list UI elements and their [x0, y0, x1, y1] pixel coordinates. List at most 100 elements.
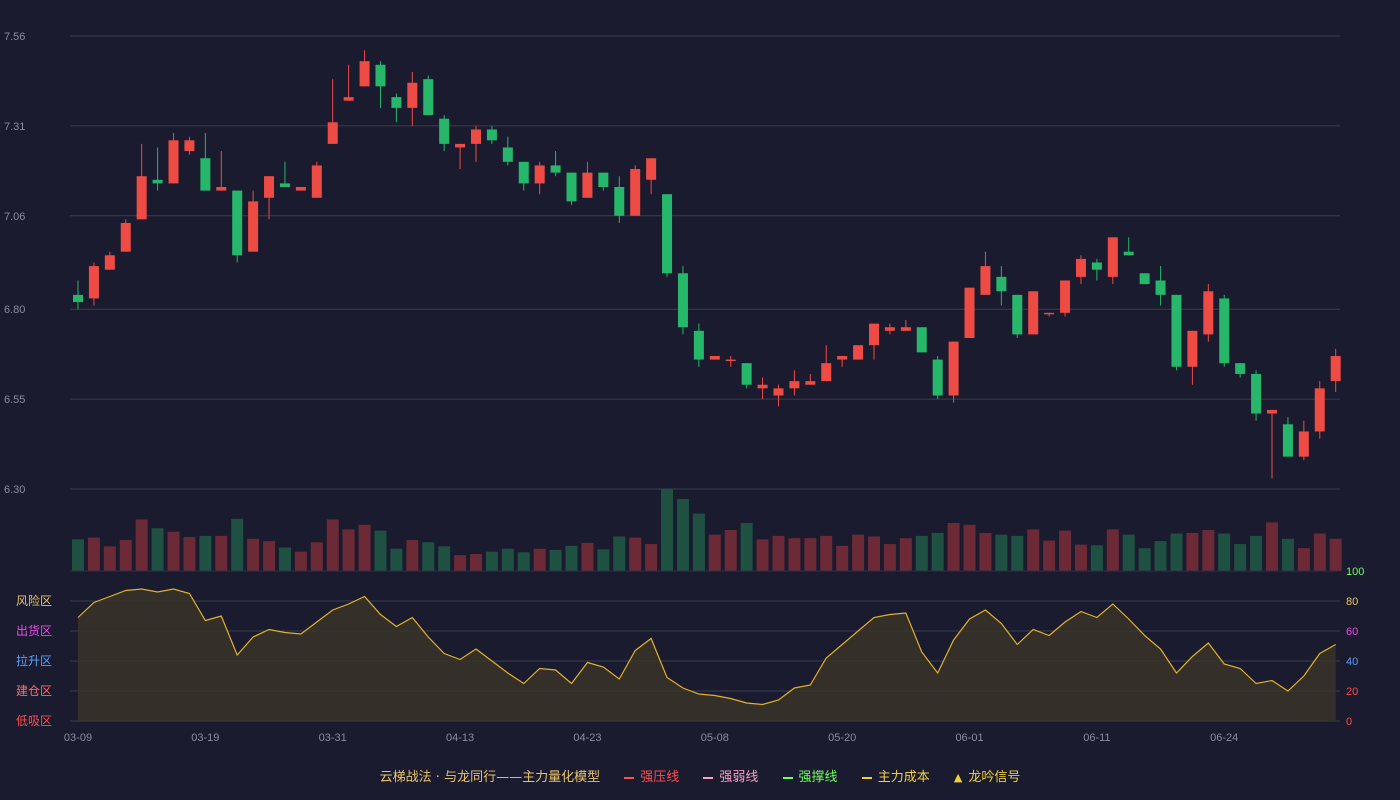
legend-item-label: 主力成本: [877, 770, 930, 785]
candle-body: [343, 97, 354, 101]
volume-bar: [756, 539, 769, 571]
volume-bar: [374, 530, 387, 571]
candle-body: [248, 201, 259, 252]
candle-body: [725, 359, 736, 362]
candle-body: [391, 97, 402, 108]
date-tick-label: 05-20: [828, 732, 856, 744]
volume-bar: [310, 542, 323, 571]
legend-item-support-line[interactable]: 强撑线: [782, 766, 838, 785]
volume-bar: [517, 552, 530, 571]
candle-body: [1075, 258, 1086, 277]
legend-title: 云梯战法 · 与龙同行——主力量化模型: [380, 766, 600, 785]
candle-body: [359, 61, 370, 87]
candle-body: [279, 183, 290, 187]
candle-body: [136, 176, 147, 220]
candle-body: [1044, 312, 1055, 315]
candle-body: [152, 179, 163, 184]
candle-body: [821, 363, 832, 382]
volume-bar: [231, 518, 244, 571]
candle-body: [932, 359, 943, 396]
candle-body: [884, 327, 895, 331]
volume-bar: [438, 546, 451, 571]
candle-body: [1298, 431, 1309, 457]
candle-body: [550, 165, 561, 173]
legend-item-main-cost[interactable]: 主力成本: [861, 766, 930, 785]
date-tick-label: 06-24: [1210, 732, 1238, 744]
zone-label: 拉升区: [16, 653, 52, 668]
candle-body: [311, 165, 322, 198]
candle-body: [677, 273, 688, 328]
candle-body: [869, 323, 879, 346]
candle-body: [1267, 409, 1277, 414]
volume-bar: [676, 498, 689, 571]
volume-bar: [788, 538, 801, 571]
date-tick-label: 04-23: [573, 732, 601, 744]
volume-bar: [454, 555, 467, 571]
volume-bar: [708, 534, 721, 571]
volume-bar: [931, 532, 944, 571]
candle-body: [693, 330, 704, 360]
volume-bar: [87, 537, 100, 571]
volume-bar: [661, 489, 674, 571]
date-tick-label: 03-31: [319, 732, 347, 744]
volume-bar: [549, 549, 562, 571]
date-tick-label: 06-01: [955, 732, 983, 744]
indicator-tick-label: 40: [1346, 656, 1358, 668]
volume-bar: [645, 544, 658, 571]
volume-bar: [613, 536, 626, 571]
legend-dash-marker: [861, 776, 872, 779]
volume-bar: [1090, 545, 1103, 571]
volume-bar: [1329, 538, 1342, 571]
candle-body: [630, 169, 641, 216]
volume-bar: [1202, 530, 1215, 571]
candle-body: [773, 388, 784, 396]
candle-body: [1012, 294, 1023, 335]
indicator-tick-label: 60: [1346, 626, 1358, 638]
indicator-tick-label: 80: [1346, 596, 1358, 608]
volume-bar: [629, 537, 642, 571]
volume-bar: [883, 544, 896, 571]
volume-bar: [868, 536, 880, 571]
price-tick-label: 7.31: [4, 121, 25, 133]
candle-body: [916, 327, 927, 353]
candle-body: [104, 255, 115, 270]
volume-bar: [915, 535, 928, 571]
volume-bar: [215, 535, 228, 571]
volume-bar: [1106, 529, 1119, 571]
candle-body: [1235, 363, 1246, 374]
candle-body: [295, 187, 306, 191]
volume-bar: [963, 524, 976, 571]
legend-dash-marker: [703, 776, 714, 779]
price-tick-label: 6.55: [4, 394, 25, 406]
candle-body: [264, 176, 275, 198]
date-tick-label: 03-19: [191, 732, 219, 744]
volume-bar: [947, 522, 960, 571]
volume-bar: [263, 541, 276, 571]
volume-bar: [422, 542, 435, 571]
candle-body: [168, 140, 179, 184]
legend-item-strength-line[interactable]: 强弱线: [703, 766, 758, 785]
candle-body: [582, 172, 593, 198]
volume-bar: [1027, 529, 1040, 571]
volume-bar: [135, 519, 148, 571]
zone-label: 风险区: [16, 593, 52, 608]
volume-bar: [1011, 535, 1024, 571]
candle-body: [1187, 330, 1198, 367]
volume-bar: [342, 529, 355, 571]
candle-body: [88, 266, 99, 299]
candle-body: [120, 222, 131, 252]
date-axis: 03-09 03-19 03-31 04-13 04-23 05-08 05-20 06-01…: [64, 732, 1238, 744]
candle-body: [837, 355, 848, 360]
indicator-tick-label: 0: [1346, 716, 1352, 728]
legend-item-dragon-signal[interactable]: ▲ 龙吟信号: [954, 766, 1020, 785]
candle-body: [518, 161, 529, 184]
candle-body: [1155, 280, 1166, 295]
candle-body: [455, 143, 466, 148]
price-tick-label: 7.06: [4, 211, 25, 223]
volume-bar: [485, 551, 498, 571]
legend-item-strong-pressure[interactable]: 强压线: [624, 766, 679, 785]
volume-bar: [581, 542, 594, 571]
candle-body: [614, 187, 625, 216]
volume-bar: [1186, 532, 1199, 571]
candle-body: [327, 122, 338, 144]
